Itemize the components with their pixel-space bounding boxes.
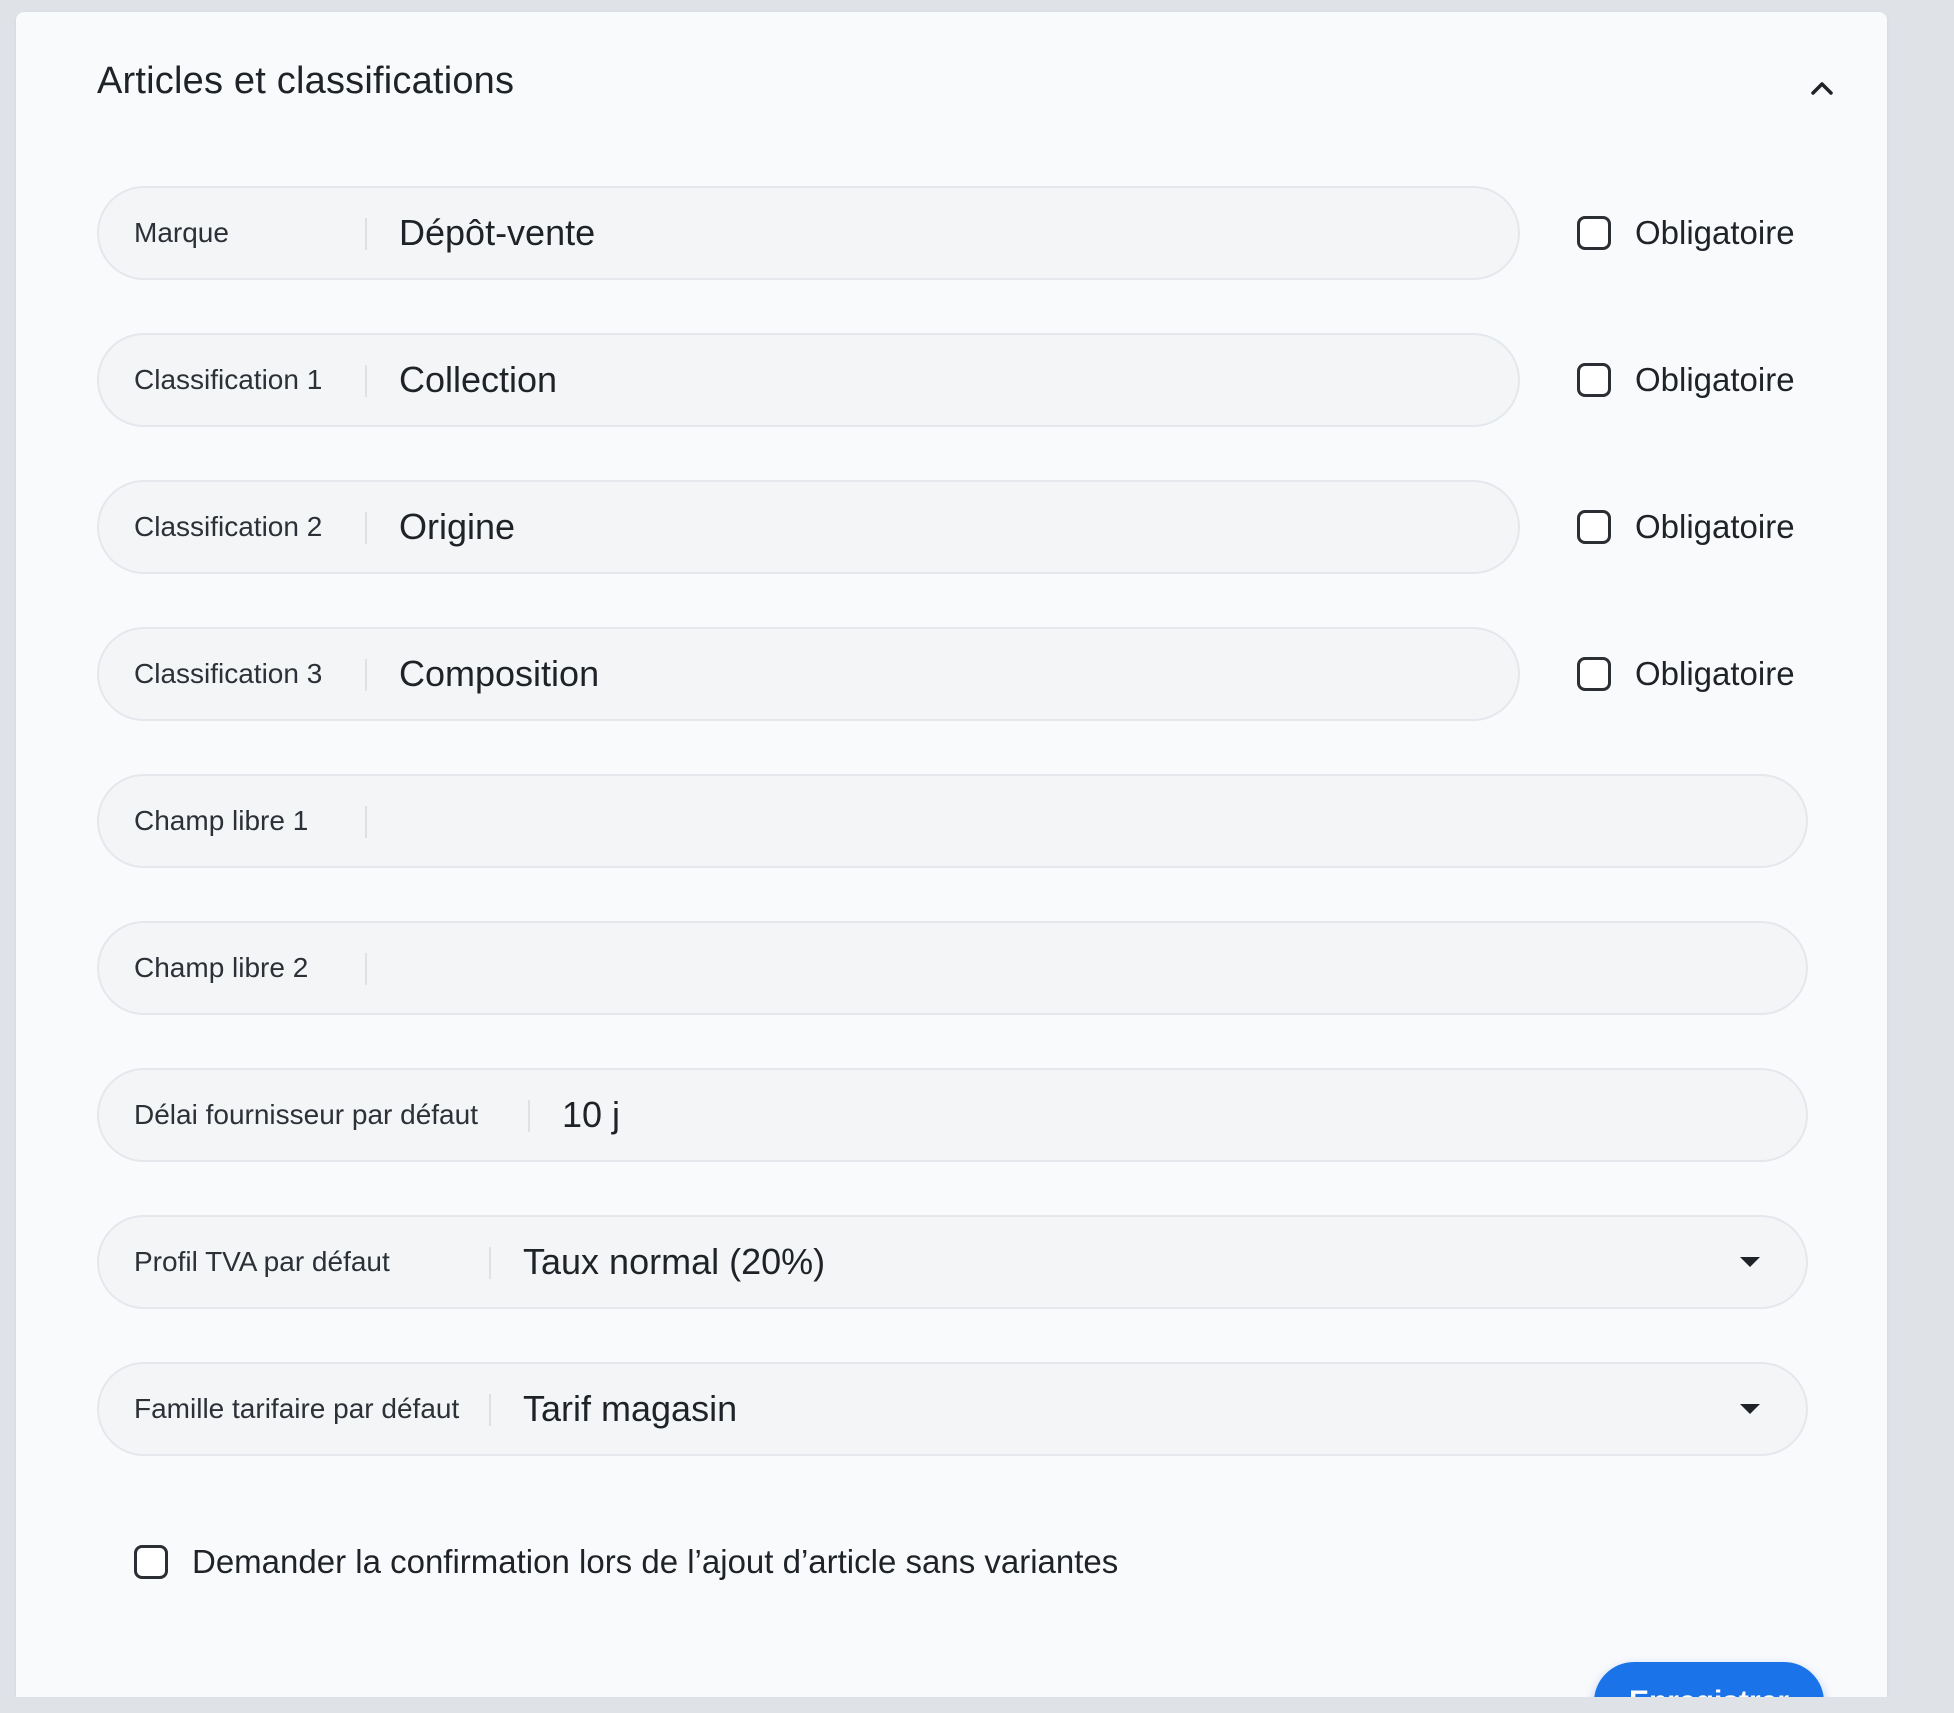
supplier-lead-time-field[interactable]: Délai fournisseur par défaut 10 j — [97, 1068, 1808, 1162]
price-family-select[interactable]: Famille tarifaire par défaut Tarif magas… — [97, 1362, 1808, 1456]
classification-3-input[interactable]: Composition — [399, 629, 599, 719]
checkbox-box[interactable] — [1577, 216, 1611, 250]
required-label: Obligatoire — [1635, 508, 1795, 545]
required-label: Obligatoire — [1635, 214, 1795, 251]
price-family-value[interactable]: Tarif magasin — [523, 1364, 737, 1454]
classification-2-required-checkbox[interactable]: Obligatoire — [1577, 480, 1795, 574]
classification-2-field[interactable]: Classification 2 Origine — [97, 480, 1520, 574]
field-divider — [365, 953, 367, 985]
supplier-lead-time-input[interactable]: 10 j — [562, 1070, 620, 1160]
field-divider — [365, 659, 367, 691]
free-field-2[interactable]: Champ libre 2 — [97, 921, 1808, 1015]
classification-1-input[interactable]: Collection — [399, 335, 557, 425]
supplier-lead-time-label: Délai fournisseur par défaut — [134, 1099, 478, 1130]
classification-2-input[interactable]: Origine — [399, 482, 515, 572]
settings-card: Articles et classifications Marque Dépôt… — [16, 12, 1887, 1713]
brand-label: Marque — [134, 217, 229, 248]
classification-3-label: Classification 3 — [134, 658, 323, 689]
vat-profile-value[interactable]: Taux normal (20%) — [523, 1217, 825, 1307]
checkbox-box[interactable] — [1577, 510, 1611, 544]
field-divider — [489, 1247, 491, 1279]
classification-1-field[interactable]: Classification 1 Collection — [97, 333, 1520, 427]
brand-required-checkbox[interactable]: Obligatoire — [1577, 186, 1795, 280]
brand-field[interactable]: Marque Dépôt-vente — [97, 186, 1520, 280]
collapse-button[interactable] — [1800, 66, 1844, 110]
confirm-no-variants-label: Demander la confirmation lors de l’ajout… — [192, 1543, 1119, 1580]
field-divider — [489, 1394, 491, 1426]
free-field-2-label: Champ libre 2 — [134, 952, 309, 983]
field-divider — [365, 806, 367, 838]
classification-1-required-checkbox[interactable]: Obligatoire — [1577, 333, 1795, 427]
required-label: Obligatoire — [1635, 361, 1795, 398]
free-field-1[interactable]: Champ libre 1 — [97, 774, 1808, 868]
brand-input[interactable]: Dépôt-vente — [399, 188, 595, 278]
field-divider — [365, 365, 367, 397]
vat-profile-select[interactable]: Profil TVA par défaut Taux normal (20%) — [97, 1215, 1808, 1309]
checkbox-box[interactable] — [134, 1545, 168, 1579]
classification-3-field[interactable]: Classification 3 Composition — [97, 627, 1520, 721]
checkbox-box[interactable] — [1577, 363, 1611, 397]
confirm-no-variants-checkbox[interactable]: Demander la confirmation lors de l’ajout… — [134, 1542, 1118, 1582]
field-divider — [365, 218, 367, 250]
page-background-strip — [0, 1697, 1954, 1713]
field-divider — [528, 1100, 530, 1132]
field-divider — [365, 512, 367, 544]
caret-down-icon[interactable] — [1738, 1402, 1762, 1416]
page: Articles et classifications Marque Dépôt… — [0, 0, 1954, 1713]
price-family-label: Famille tarifaire par défaut — [134, 1393, 460, 1424]
required-label: Obligatoire — [1635, 655, 1795, 692]
free-field-1-label: Champ libre 1 — [134, 805, 309, 836]
chevron-up-icon — [1811, 82, 1833, 95]
classification-2-label: Classification 2 — [134, 511, 323, 542]
caret-down-icon[interactable] — [1738, 1255, 1762, 1269]
checkbox-box[interactable] — [1577, 657, 1611, 691]
vat-profile-label: Profil TVA par défaut — [134, 1246, 390, 1277]
section-title: Articles et classifications — [97, 60, 515, 102]
classification-1-label: Classification 1 — [134, 364, 323, 395]
section-header: Articles et classifications — [16, 12, 1887, 152]
classification-3-required-checkbox[interactable]: Obligatoire — [1577, 627, 1795, 721]
